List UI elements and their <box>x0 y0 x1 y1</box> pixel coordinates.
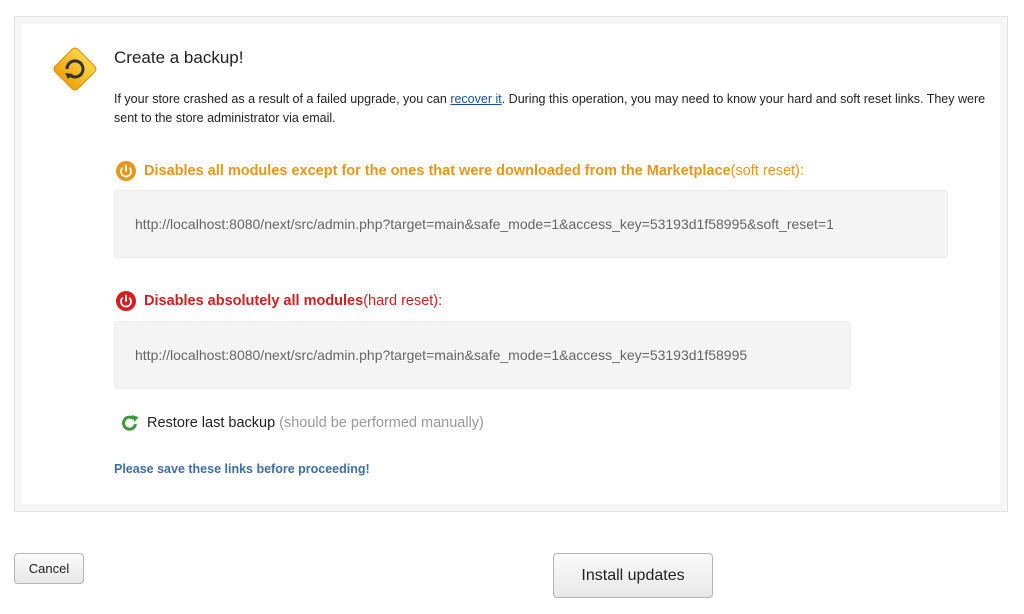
restore-arrow-icon <box>122 415 139 431</box>
save-links-note: Please save these links before proceedin… <box>114 462 370 476</box>
backup-panel-content: Create a backup! If your store crashed a… <box>22 24 1000 504</box>
hard-reset-url-box[interactable]: http://localhost:8080/next/src/admin.php… <box>114 321 851 389</box>
install-updates-button[interactable]: Install updates <box>553 553 713 598</box>
soft-reset-suffix: (soft reset): <box>730 163 804 179</box>
backup-panel: Create a backup! If your store crashed a… <box>14 16 1008 512</box>
restore-note: (should be performed manually) <box>279 415 484 431</box>
soft-reset-label: Disables all modules except for the ones… <box>144 163 731 179</box>
power-orange-icon <box>116 161 136 181</box>
intro-text: If your store crashed as a result of a f… <box>114 92 986 125</box>
hard-reset-suffix: (hard reset): <box>363 293 443 309</box>
hard-reset-url[interactable]: http://localhost:8080/next/src/admin.php… <box>135 347 747 363</box>
hard-reset-heading: Disables absolutely all modules (hard re… <box>116 291 442 311</box>
warning-backup-icon <box>53 47 97 91</box>
recover-it-link[interactable]: recover it <box>450 92 501 106</box>
restore-backup-row: Restore last backup (should be performed… <box>120 413 484 433</box>
soft-reset-heading: Disables all modules except for the ones… <box>116 161 804 181</box>
restore-label: Restore last backup <box>147 415 276 431</box>
soft-reset-url-box[interactable]: http://localhost:8080/next/src/admin.php… <box>114 190 948 258</box>
cancel-button[interactable]: Cancel <box>14 553 84 584</box>
hard-reset-label: Disables absolutely all modules <box>144 293 364 309</box>
power-red-icon <box>116 291 136 311</box>
page-title: Create a backup! <box>114 48 244 67</box>
soft-reset-url[interactable]: http://localhost:8080/next/src/admin.php… <box>135 216 834 232</box>
